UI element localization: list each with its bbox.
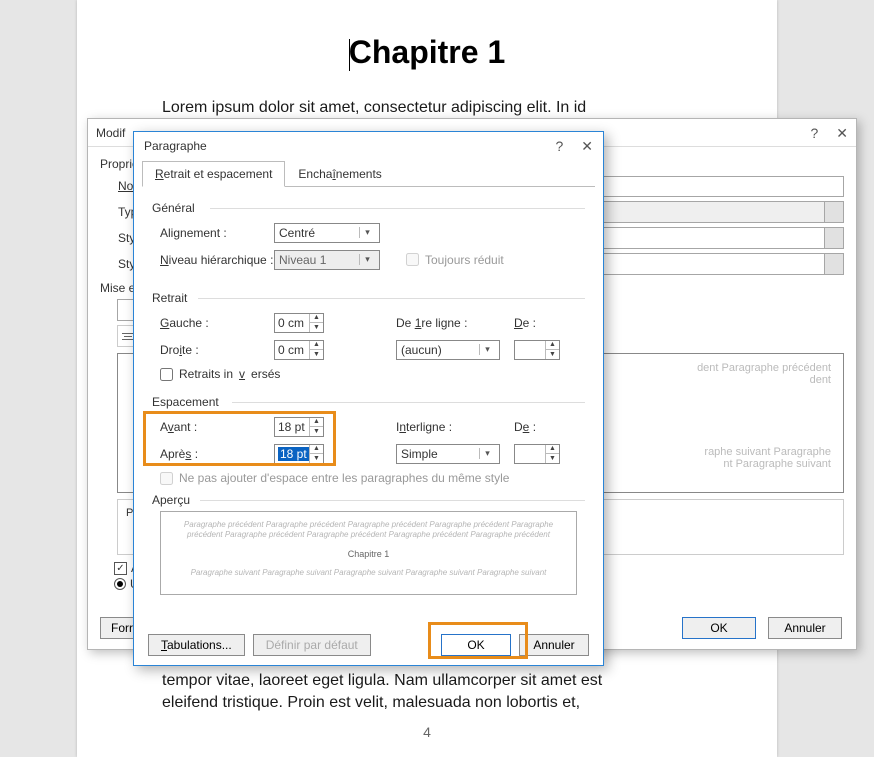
line-spacing-label: Interligne : bbox=[396, 420, 486, 434]
page-number: 4 bbox=[77, 724, 777, 740]
body-text-bottom-1: tempor vitae, laoreet eget ligula. Nam u… bbox=[77, 670, 777, 692]
paragraph-preview-box: Paragraphe précédent Paragraphe précéden… bbox=[160, 511, 577, 595]
spinner-buttons[interactable]: ▲▼ bbox=[545, 445, 559, 463]
tab-line-breaks[interactable]: Enchaînements bbox=[285, 161, 394, 187]
paragraph-titlebar: Paragraphe ? ✕ bbox=[134, 132, 603, 160]
spinner-buttons[interactable]: ▲▼ bbox=[545, 341, 559, 359]
line-spacing-combo[interactable]: Simple▾ bbox=[396, 444, 500, 464]
cancel-button[interactable]: Annuler bbox=[519, 634, 589, 656]
preview-group-label: Aperçu bbox=[152, 493, 585, 507]
close-icon[interactable]: ✕ bbox=[581, 132, 593, 160]
chevron-down-icon: ▾ bbox=[479, 448, 495, 459]
spinner-buttons[interactable]: ▲▼ bbox=[309, 445, 323, 463]
line-spacing-at-spinner[interactable]: ▲▼ bbox=[514, 444, 560, 464]
indent-right-label: Droite : bbox=[152, 343, 274, 357]
no-space-same-style-checkbox-row[interactable]: Ne pas ajouter d'espace entre les paragr… bbox=[152, 471, 585, 485]
spinner-buttons[interactable]: ▲▼ bbox=[309, 314, 323, 332]
by-label-2: De : bbox=[514, 420, 536, 434]
help-icon[interactable]: ? bbox=[810, 119, 818, 146]
outline-level-combo[interactable]: Niveau 1▾ bbox=[274, 250, 380, 270]
ok-button[interactable]: OK bbox=[682, 617, 756, 639]
radio-icon bbox=[114, 578, 126, 590]
space-after-spinner[interactable]: 18 pt▲▼ bbox=[274, 444, 324, 464]
paragraph-dialog: Paragraphe ? ✕ RRetrait et espacementetr… bbox=[133, 131, 604, 666]
alignment-label: Alignement : bbox=[152, 226, 274, 240]
help-icon[interactable]: ? bbox=[555, 132, 563, 160]
cancel-button[interactable]: Annuler bbox=[768, 617, 842, 639]
chapter-heading: Chapitre 1 bbox=[77, 34, 777, 71]
checkbox-icon: ✓ bbox=[114, 562, 127, 575]
indent-group-label: Retrait bbox=[152, 291, 585, 305]
ok-button[interactable]: OK bbox=[441, 634, 511, 656]
by-label-1: De : bbox=[514, 316, 536, 330]
chevron-down-icon: ▾ bbox=[359, 227, 375, 238]
mirror-indents-checkbox-row[interactable]: Retraits inversés bbox=[152, 367, 585, 381]
collapsed-checkbox-row[interactable]: Toujours réduit bbox=[406, 253, 504, 267]
collapsed-checkbox bbox=[406, 253, 419, 266]
chevron-down-icon: ▾ bbox=[834, 259, 839, 270]
no-space-same-style-checkbox bbox=[160, 472, 173, 485]
body-text-top: Lorem ipsum dolor sit amet, consectetur … bbox=[77, 71, 777, 119]
chevron-down-icon: ▾ bbox=[834, 233, 839, 244]
mirror-indents-checkbox[interactable] bbox=[160, 368, 173, 381]
tabulations-button[interactable]: Tabulations... bbox=[148, 634, 245, 656]
general-group-label: Général bbox=[152, 201, 585, 215]
space-before-spinner[interactable]: 18 pt▲▼ bbox=[274, 417, 324, 437]
indent-left-spinner[interactable]: 0 cm▲▼ bbox=[274, 313, 324, 333]
spinner-buttons[interactable]: ▲▼ bbox=[309, 418, 323, 436]
first-line-combo[interactable]: (aucun)▾ bbox=[396, 340, 500, 360]
outline-level-label: Niveau hiérarchique : bbox=[152, 253, 274, 267]
indent-left-label: Gauche : bbox=[152, 316, 274, 330]
space-before-label: Avant : bbox=[152, 420, 274, 434]
chevron-down-icon: ▾ bbox=[359, 254, 375, 265]
paragraph-title: Paragraphe bbox=[144, 132, 207, 160]
paragraph-tabs: RRetrait et espacementetrait et espaceme… bbox=[142, 160, 595, 187]
modify-title: Modif bbox=[96, 119, 125, 146]
spinner-buttons[interactable]: ▲▼ bbox=[309, 341, 323, 359]
first-line-label: De 1re ligne : bbox=[396, 316, 486, 330]
tab-indent-spacing[interactable]: RRetrait et espacementetrait et espaceme… bbox=[142, 161, 285, 187]
chevron-down-icon: ▾ bbox=[834, 207, 839, 218]
first-line-by-spinner[interactable]: ▲▼ bbox=[514, 340, 560, 360]
body-text-bottom-2: eleifend tristique. Proin est velit, mal… bbox=[77, 692, 777, 714]
indent-right-spinner[interactable]: 0 cm▲▼ bbox=[274, 340, 324, 360]
alignment-combo[interactable]: Centré▾ bbox=[274, 223, 380, 243]
close-icon[interactable]: ✕ bbox=[836, 119, 848, 146]
space-after-label: Après : bbox=[152, 447, 274, 461]
set-default-button[interactable]: Définir par défaut bbox=[253, 634, 371, 656]
spacing-group-label: Espacement bbox=[152, 395, 585, 409]
chevron-down-icon: ▾ bbox=[479, 344, 495, 355]
